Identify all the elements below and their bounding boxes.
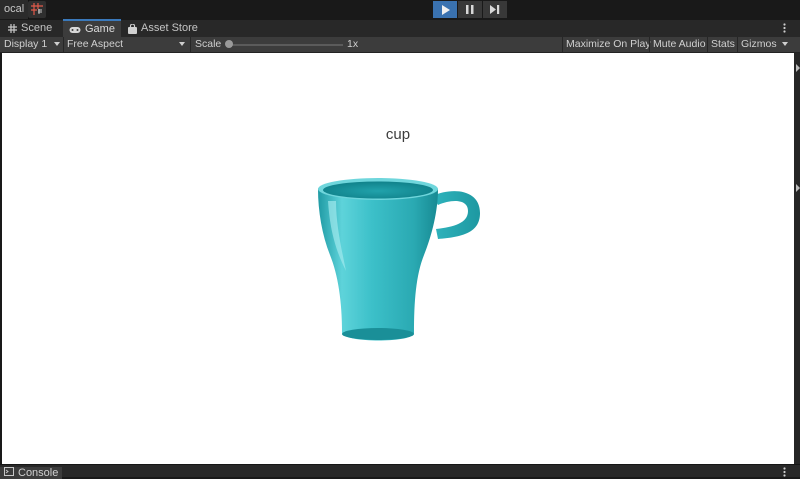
gizmos-label: Gizmos — [741, 38, 777, 50]
maximize-on-play-toggle[interactable]: Maximize On Play — [566, 37, 651, 52]
shopping-bag-icon — [128, 23, 137, 34]
right-panel-edge — [794, 53, 800, 464]
step-button[interactable] — [483, 1, 507, 18]
tab-game[interactable]: Game — [63, 19, 121, 38]
divider — [562, 37, 563, 52]
scale-value: 1x — [347, 38, 359, 50]
tab-console[interactable]: Console — [0, 467, 63, 479]
display-dropdown[interactable]: Display 1 — [4, 37, 47, 52]
divider — [707, 37, 708, 52]
object-label: cup — [385, 126, 411, 143]
divider — [190, 37, 191, 52]
stats-label: Stats — [711, 38, 735, 50]
grid-snap-icon — [31, 3, 43, 15]
mute-audio-toggle[interactable]: Mute Audio — [653, 37, 706, 52]
tab-label: Asset Store — [141, 22, 198, 34]
layers-dropdown[interactable]: ocal — [0, 0, 30, 19]
expand-arrow-icon[interactable] — [796, 64, 800, 72]
step-icon — [490, 5, 500, 14]
bottom-panel-tabs: Console — [0, 464, 800, 479]
gizmos-dropdown[interactable]: Gizmos — [741, 37, 777, 52]
scale-slider-handle[interactable] — [225, 40, 233, 48]
tab-label: Game — [85, 23, 115, 35]
playback-controls — [433, 1, 507, 18]
console-icon — [4, 467, 14, 476]
display-label: Display 1 — [4, 38, 48, 50]
layers-label: ocal — [4, 3, 25, 15]
tab-label: Scene — [21, 22, 53, 34]
scale-slider-track[interactable] — [229, 44, 343, 46]
play-button[interactable] — [433, 1, 457, 18]
aspect-label: Free Aspect — [67, 38, 124, 50]
tab-asset-store[interactable]: Asset Store — [122, 20, 204, 37]
grid-icon — [8, 24, 17, 33]
stats-toggle[interactable]: Stats — [711, 37, 735, 52]
expand-arrow-icon[interactable] — [796, 184, 800, 192]
divider — [649, 37, 650, 52]
mute-label: Mute Audio — [653, 38, 706, 50]
grid-snap-button[interactable] — [28, 1, 46, 18]
cup-image — [318, 178, 480, 341]
play-icon — [441, 4, 450, 15]
chevron-down-icon — [782, 42, 788, 46]
game-view[interactable]: cup — [2, 53, 794, 464]
tab-scene[interactable]: Scene — [2, 20, 58, 37]
editor-tab-bar: Scene Game Asset Store — [0, 19, 800, 38]
pause-icon — [466, 5, 474, 14]
tab-menu-icon[interactable] — [783, 23, 786, 33]
game-view-toolbar: Display 1 Free Aspect Scale 1x Maximize … — [0, 37, 800, 53]
divider — [63, 37, 64, 52]
divider — [737, 37, 738, 52]
chevron-down-icon — [54, 42, 60, 46]
main-toolbar: ocal — [0, 0, 800, 20]
maximize-label: Maximize On Play — [566, 38, 651, 50]
scale-label: Scale — [195, 38, 222, 50]
console-label: Console — [18, 467, 59, 479]
aspect-dropdown[interactable]: Free Aspect — [67, 37, 123, 52]
pause-button[interactable] — [458, 1, 482, 18]
chevron-down-icon — [179, 42, 185, 46]
gamepad-icon — [69, 26, 81, 33]
